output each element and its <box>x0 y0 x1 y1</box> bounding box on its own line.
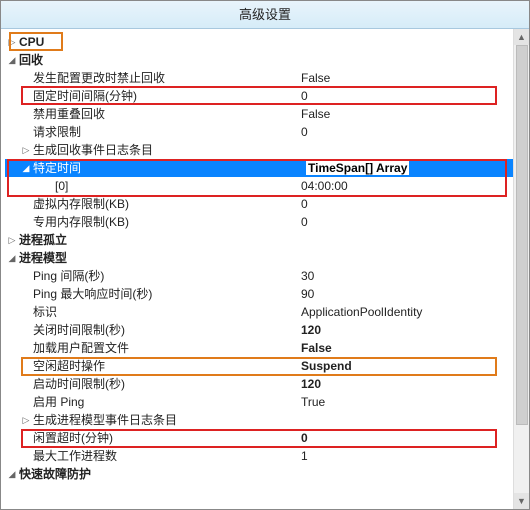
prop-value[interactable]: False <box>301 339 332 357</box>
chevron-down-icon[interactable]: ◢ <box>5 249 19 267</box>
category-label: 回收 <box>19 51 43 69</box>
prop-ping-interval[interactable]: Ping 间隔(秒) 30 <box>5 267 527 285</box>
category-rapid-fail[interactable]: ◢ 快速故障防护 <box>5 465 527 483</box>
prop-generate-process-model-log[interactable]: ▷ 生成进程模型事件日志条目 <box>5 411 527 429</box>
category-process-model[interactable]: ◢ 进程模型 <box>5 249 527 267</box>
prop-private-memory-limit[interactable]: 专用内存限制(KB) 0 <box>5 213 527 231</box>
category-process-orphaning[interactable]: ▷ 进程孤立 <box>5 231 527 249</box>
prop-label: 关闭时间限制(秒) <box>33 321 125 339</box>
prop-request-limit[interactable]: 请求限制 0 <box>5 123 527 141</box>
prop-specific-times[interactable]: ◢ 特定时间 TimeSpan[] Array <box>5 159 527 177</box>
prop-label: 空闲超时操作 <box>33 357 105 375</box>
prop-label: 请求限制 <box>33 123 81 141</box>
prop-value[interactable]: False <box>301 69 330 87</box>
prop-virtual-memory-limit[interactable]: 虚拟内存限制(KB) 0 <box>5 195 527 213</box>
prop-value[interactable]: 90 <box>301 285 314 303</box>
prop-label: 标识 <box>33 303 57 321</box>
prop-value[interactable]: 120 <box>301 321 321 339</box>
prop-identity[interactable]: 标识 ApplicationPoolIdentity <box>5 303 527 321</box>
prop-label: Ping 间隔(秒) <box>33 267 104 285</box>
prop-value[interactable]: 30 <box>301 267 314 285</box>
prop-label: 加载用户配置文件 <box>33 339 129 357</box>
category-label: 快速故障防护 <box>19 465 91 483</box>
prop-label: 固定时间间隔(分钟) <box>33 87 137 105</box>
prop-value[interactable]: 1 <box>301 447 308 465</box>
prop-startup-time-limit[interactable]: 启动时间限制(秒) 120 <box>5 375 527 393</box>
scroll-thumb[interactable] <box>516 45 528 425</box>
prop-label: 闲置超时(分钟) <box>33 429 113 447</box>
chevron-down-icon[interactable]: ◢ <box>5 465 19 483</box>
prop-label: 生成进程模型事件日志条目 <box>33 411 177 429</box>
prop-value[interactable]: Suspend <box>301 357 352 375</box>
prop-label: 生成回收事件日志条目 <box>33 141 153 159</box>
prop-label: 最大工作进程数 <box>33 447 117 465</box>
category-label: 进程模型 <box>19 249 67 267</box>
scroll-up-button[interactable]: ▲ <box>514 29 529 45</box>
prop-label: 启用 Ping <box>33 393 84 411</box>
prop-value[interactable]: 0 <box>301 195 308 213</box>
prop-disable-overlap-recycle[interactable]: 禁用重叠回收 False <box>5 105 527 123</box>
prop-max-worker-processes[interactable]: 最大工作进程数 1 <box>5 447 527 465</box>
chevron-right-icon[interactable]: ▷ <box>19 141 33 159</box>
chevron-right-icon[interactable]: ▷ <box>5 33 19 51</box>
prop-value[interactable]: 0 <box>301 87 308 105</box>
prop-value[interactable]: 0 <box>301 429 308 447</box>
scroll-down-button[interactable]: ▼ <box>514 493 529 509</box>
prop-label: 发生配置更改时禁止回收 <box>33 69 165 87</box>
prop-value[interactable]: TimeSpan[] Array <box>305 160 410 176</box>
prop-idle-timeout-minutes[interactable]: 闲置超时(分钟) 0 <box>5 429 527 447</box>
prop-value[interactable]: True <box>301 393 325 411</box>
chevron-down-icon[interactable]: ◢ <box>5 51 19 69</box>
prop-label: 特定时间 <box>33 159 81 177</box>
prop-idle-timeout-action[interactable]: 空闲超时操作 Suspend <box>5 357 527 375</box>
prop-label: 虚拟内存限制(KB) <box>33 195 129 213</box>
prop-value[interactable]: 0 <box>301 213 308 231</box>
prop-label: 专用内存限制(KB) <box>33 213 129 231</box>
category-label: 进程孤立 <box>19 231 67 249</box>
prop-label: [0] <box>55 177 68 195</box>
prop-ping-max-response[interactable]: Ping 最大响应时间(秒) 90 <box>5 285 527 303</box>
prop-shutdown-time-limit[interactable]: 关闭时间限制(秒) 120 <box>5 321 527 339</box>
prop-generate-recycle-log[interactable]: ▷ 生成回收事件日志条目 <box>5 141 527 159</box>
vertical-scrollbar[interactable]: ▲ ▼ <box>513 29 529 509</box>
prop-value[interactable]: False <box>301 105 330 123</box>
prop-value[interactable]: 120 <box>301 375 321 393</box>
prop-load-user-profile[interactable]: 加载用户配置文件 False <box>5 339 527 357</box>
prop-label: Ping 最大响应时间(秒) <box>33 285 152 303</box>
chevron-down-icon[interactable]: ◢ <box>19 159 33 177</box>
prop-label: 启动时间限制(秒) <box>33 375 125 393</box>
window-title: 高级设置 <box>1 1 529 29</box>
category-recycle[interactable]: ◢ 回收 <box>5 51 527 69</box>
prop-value[interactable]: 0 <box>301 123 308 141</box>
category-label: CPU <box>19 33 44 51</box>
prop-specific-times-item-0[interactable]: [0] 04:00:00 <box>5 177 527 195</box>
property-grid: ▷ CPU ◢ 回收 发生配置更改时禁止回收 False 固定时间间隔(分钟) … <box>1 29 529 509</box>
prop-label: 禁用重叠回收 <box>33 105 105 123</box>
prop-ping-enabled[interactable]: 启用 Ping True <box>5 393 527 411</box>
prop-value[interactable]: 04:00:00 <box>301 177 348 195</box>
chevron-right-icon[interactable]: ▷ <box>19 411 33 429</box>
prop-disable-recycle-on-config-change[interactable]: 发生配置更改时禁止回收 False <box>5 69 527 87</box>
chevron-right-icon[interactable]: ▷ <box>5 231 19 249</box>
prop-value[interactable]: ApplicationPoolIdentity <box>301 303 422 321</box>
category-cpu[interactable]: ▷ CPU <box>5 33 527 51</box>
prop-regular-time-interval[interactable]: 固定时间间隔(分钟) 0 <box>5 87 527 105</box>
